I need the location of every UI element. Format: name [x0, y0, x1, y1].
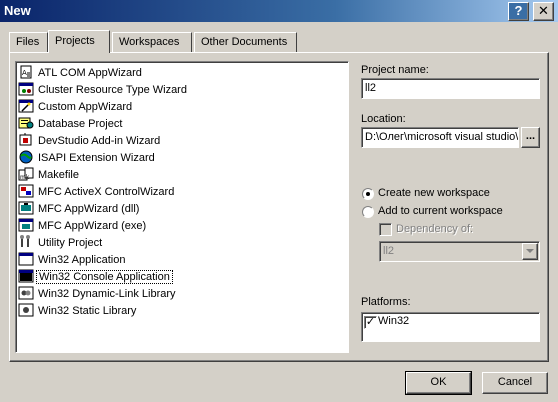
svg-text:A: A	[22, 69, 27, 77]
tab-other-documents-label: Other Documents	[201, 36, 288, 48]
ok-button[interactable]: OK	[405, 371, 472, 395]
list-item-label: Win32 Application	[38, 254, 126, 266]
create-workspace-label[interactable]: Create new workspace	[378, 187, 490, 199]
list-item-label: MFC AppWizard (exe)	[38, 220, 147, 232]
list-item-label: Makefile	[38, 169, 79, 181]
dependency-select-value: ll2	[383, 245, 395, 257]
win32-platform-label: Win32	[378, 315, 410, 327]
mfc-dll-icon	[18, 201, 34, 215]
chevron-down-icon	[526, 249, 534, 253]
list-item[interactable]: MFC AppWizard (dll)	[18, 201, 141, 218]
custom-appwizard-icon	[18, 99, 34, 113]
add-to-workspace-label[interactable]: Add to current workspace	[378, 205, 503, 217]
win32-console-icon	[18, 269, 34, 283]
project-name-input[interactable]: ll2	[361, 78, 540, 99]
tab-projects[interactable]: Projects	[48, 30, 110, 55]
list-item[interactable]: A ATL COM AppWizard	[18, 65, 144, 82]
list-item[interactable]: ISAPI Extension Wizard	[18, 150, 157, 167]
tab-files-label: Files	[16, 36, 40, 48]
devstudio-addin-icon	[18, 133, 34, 147]
dependency-dropdown-button[interactable]	[522, 243, 538, 260]
location-input[interactable]: D:\Олег\microsoft visual studio\	[361, 127, 519, 148]
project-type-list[interactable]: A ATL COM AppWizard Cluster Resource Type…	[15, 61, 349, 353]
cancel-button[interactable]: Cancel	[482, 372, 548, 394]
radio-dot	[366, 192, 370, 196]
list-item-selected[interactable]: Win32 Console Application	[18, 269, 173, 286]
list-item-label: Database Project	[38, 118, 123, 130]
list-item-label: Win32 Console Application	[36, 270, 173, 284]
list-item[interactable]: Win32 Application	[18, 252, 127, 269]
tab-workspaces[interactable]: Workspaces	[112, 32, 192, 52]
list-item-label: ATL COM AppWizard	[38, 67, 142, 79]
list-item-label: Utility Project	[38, 237, 103, 249]
tab-projects-label: Projects	[55, 35, 95, 47]
list-item[interactable]: mk Makefile	[18, 167, 81, 184]
window-title: New	[4, 3, 31, 18]
database-icon	[18, 116, 34, 130]
win32-app-icon	[18, 252, 34, 266]
list-item[interactable]: Win32 Dynamic-Link Library	[18, 286, 178, 303]
platforms-list[interactable]: ✓ Win32	[361, 312, 540, 342]
mfc-activex-icon	[18, 184, 34, 198]
list-item-label: Custom AppWizard	[38, 101, 133, 113]
list-item[interactable]: Custom AppWizard	[18, 99, 134, 116]
location-label: Location:	[361, 113, 406, 125]
list-item[interactable]: MFC AppWizard (exe)	[18, 218, 148, 235]
tab-workspaces-label: Workspaces	[119, 36, 180, 48]
browse-button[interactable]: ...	[521, 127, 540, 148]
utility-icon	[18, 235, 34, 249]
atl-com-icon: A	[18, 65, 34, 79]
list-item-label: DevStudio Add-in Wizard	[38, 135, 161, 147]
list-item-label: Cluster Resource Type Wizard	[38, 84, 187, 96]
list-item[interactable]: Database Project	[18, 116, 124, 133]
add-to-workspace-radio[interactable]	[362, 206, 374, 218]
win32-lib-icon	[18, 303, 34, 317]
list-item[interactable]: MFC ActiveX ControlWizard	[18, 184, 176, 201]
help-icon: ?	[514, 3, 523, 18]
title-bar: New ? ✕	[0, 0, 558, 22]
project-name-label: Project name:	[361, 64, 429, 76]
dependency-select[interactable]: ll2	[379, 241, 540, 262]
platforms-label: Platforms:	[361, 296, 411, 308]
mfc-exe-icon	[18, 218, 34, 232]
cluster-icon	[18, 82, 34, 96]
list-item-label: Win32 Static Library	[38, 305, 137, 317]
list-item-label: ISAPI Extension Wizard	[38, 152, 155, 164]
win32-dll-icon	[18, 286, 34, 300]
list-item[interactable]: DevStudio Add-in Wizard	[18, 133, 162, 150]
dependency-label: Dependency of:	[396, 223, 474, 235]
isapi-globe-icon	[18, 150, 34, 164]
win32-platform-checkbox[interactable]: ✓	[364, 316, 377, 329]
help-button[interactable]: ?	[508, 2, 529, 21]
dependency-checkbox[interactable]	[379, 223, 392, 236]
tab-files[interactable]: Files	[9, 32, 48, 52]
list-item-label: Win32 Dynamic-Link Library	[38, 288, 176, 300]
list-item[interactable]: Utility Project	[18, 235, 104, 252]
list-item-label: MFC AppWizard (dll)	[38, 203, 140, 215]
create-workspace-radio[interactable]	[362, 188, 374, 200]
tab-other-documents[interactable]: Other Documents	[194, 32, 297, 52]
svg-text:mk: mk	[20, 174, 30, 181]
close-button[interactable]: ✕	[533, 2, 554, 21]
makefile-icon: mk	[18, 167, 34, 181]
list-item-label: MFC ActiveX ControlWizard	[38, 186, 175, 198]
list-item[interactable]: Win32 Static Library	[18, 303, 138, 320]
list-item[interactable]: Cluster Resource Type Wizard	[18, 82, 189, 99]
close-icon: ✕	[538, 3, 549, 18]
